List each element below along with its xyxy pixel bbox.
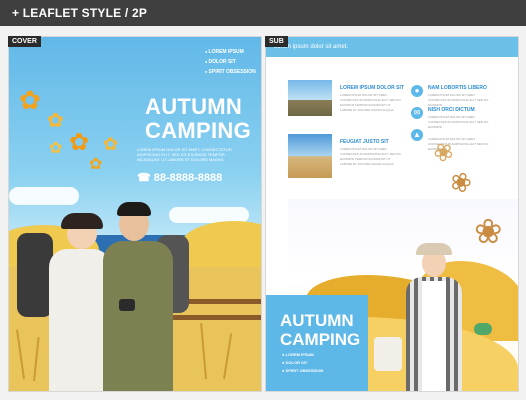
cover-small-text: LOREM IPSUM DOLOR SIT AMET, CONSECTETUR … bbox=[137, 147, 232, 162]
cover-tag: COVER bbox=[8, 36, 41, 47]
mail-icon: ✉ bbox=[411, 107, 423, 119]
sub-banner: Lorem ipsum dolor sit amet. bbox=[266, 37, 518, 57]
hiker-man-body bbox=[103, 241, 173, 391]
sub-tag: SUB bbox=[265, 36, 288, 47]
cover-list-item: SPIRIT OBSESSION bbox=[205, 69, 256, 75]
phone-icon: ☎ bbox=[137, 172, 151, 184]
chart-icon: ▲ bbox=[411, 129, 423, 141]
icon-text: LOREM IPSUM DOLOR SIT AMET, CONSECTETUR … bbox=[428, 115, 489, 129]
header-bar: + LEAFLET STYLE / 2P bbox=[0, 0, 526, 26]
maple-leaf-icon: ✿ bbox=[19, 85, 41, 115]
field-image bbox=[288, 134, 332, 178]
cover-title-line2: CAMPING bbox=[145, 118, 251, 143]
cover-title-line1: AUTUMN bbox=[145, 94, 243, 119]
sub-list-item: LOREM IPSUM bbox=[282, 352, 314, 357]
sub-list: LOREM IPSUM DOLOR SIT SPIRIT OBSESSION bbox=[282, 351, 323, 375]
dry-leaf-icon: ❀ bbox=[445, 164, 477, 200]
maple-leaf-icon: ✿ bbox=[89, 156, 103, 173]
cover-list-item: LOREM IPSUM bbox=[205, 49, 244, 55]
sub-title-line1: AUTUMN bbox=[280, 311, 354, 330]
sub-title-box: AUTUMN CAMPING LOREM IPSUM DOLOR SIT SPI… bbox=[266, 295, 368, 391]
block-heading: FEUGIAT JUSTO SIT bbox=[340, 139, 389, 145]
maple-leaf-icon: ✿ bbox=[69, 129, 90, 156]
cloud bbox=[9, 187, 79, 205]
user-icon: ● bbox=[411, 85, 423, 97]
sub-title-line2: CAMPING bbox=[280, 330, 361, 349]
scooter-icon bbox=[474, 323, 492, 335]
fence bbox=[159, 315, 261, 320]
hiker-woman-body bbox=[49, 249, 111, 391]
block-heading: LOREM IPSUM DOLOR SIT bbox=[340, 85, 404, 91]
phone-number: 88-8888-8888 bbox=[153, 172, 223, 184]
hat-icon bbox=[416, 243, 452, 255]
cover-list-item: DOLOR SIT bbox=[205, 59, 236, 65]
hiker-woman-hair bbox=[61, 213, 103, 229]
sub-list-item: SPIRIT OBSESSION bbox=[282, 368, 323, 373]
cover-title: AUTUMN CAMPING bbox=[145, 95, 251, 143]
cover-list: LOREM IPSUM DOLOR SIT SPIRIT OBSESSION bbox=[205, 47, 256, 77]
sub-title: AUTUMN CAMPING bbox=[280, 311, 360, 349]
sub-panel: Lorem ipsum dolor sit amet. LOREM IPSUM … bbox=[265, 36, 519, 392]
cover-panel: ✿ ✿ ✿ ✿ ✿ ✿ LOREM IPSUM DOLOR SIT SPIRIT… bbox=[8, 36, 262, 392]
block-text: LOREM IPSUM DOLOR SIT AMET, CONSECTETUR … bbox=[340, 93, 401, 112]
icon-text: LOREM IPSUM DOLOR SIT AMET, CONSECTETUR … bbox=[428, 93, 489, 107]
tote-bag-icon bbox=[374, 337, 402, 371]
maple-leaf-icon: ✿ bbox=[47, 110, 64, 132]
maple-leaf-icon: ✿ bbox=[49, 140, 63, 157]
sub-list-item: DOLOR SIT bbox=[282, 360, 307, 365]
cover-phone: ☎ 88-8888-8888 bbox=[137, 171, 222, 184]
camera-icon bbox=[119, 299, 135, 311]
hiker-man-hair bbox=[117, 202, 151, 216]
maple-leaf-icon: ✿ bbox=[103, 134, 119, 154]
backpack bbox=[17, 233, 53, 317]
icon-heading: NAM LOBORTIS LIBERO bbox=[428, 85, 487, 91]
landscape-image bbox=[288, 80, 332, 116]
dry-leaf-icon: ❀ bbox=[474, 213, 503, 251]
page-title: + LEAFLET STYLE / 2P bbox=[12, 6, 148, 20]
block-text: LOREM IPSUM DOLOR SIT AMET, CONSECTETUR … bbox=[340, 147, 401, 166]
icon-heading: NISH ORCI DICTUM bbox=[428, 107, 475, 113]
woman-shirt bbox=[422, 281, 446, 391]
